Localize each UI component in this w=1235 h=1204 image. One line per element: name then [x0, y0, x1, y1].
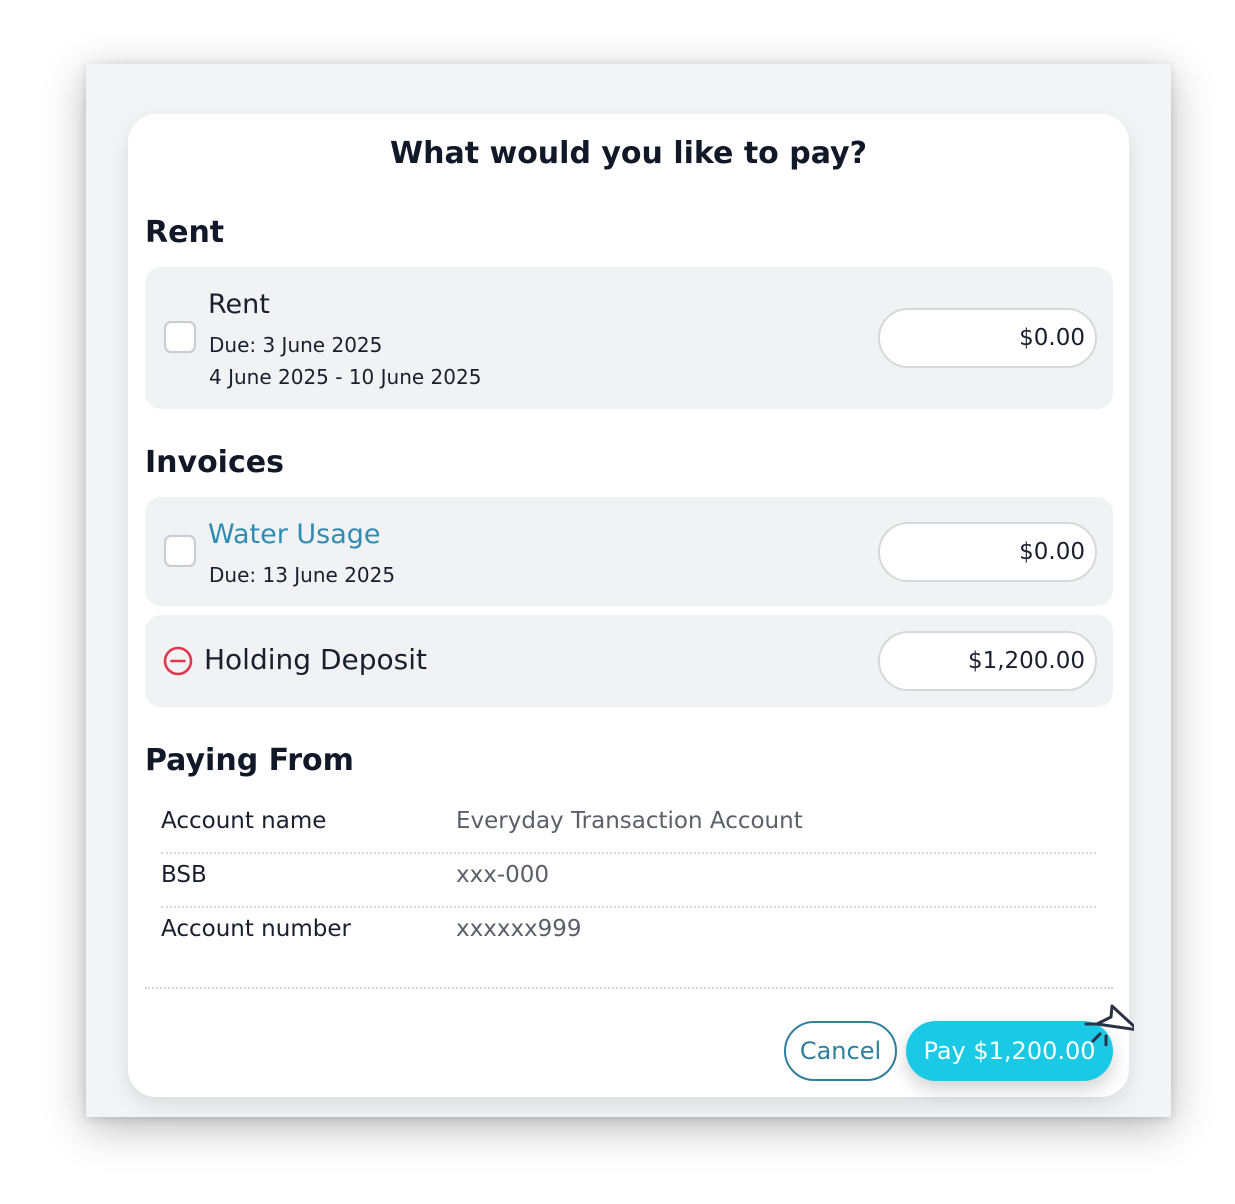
minus-circle-icon[interactable]: [162, 645, 194, 677]
water-usage-due-date: Due: 13 June 2025: [209, 563, 396, 587]
holding-deposit-amount-input[interactable]: [878, 631, 1097, 691]
paying-from-heading: Paying From: [145, 743, 354, 778]
rent-checkbox[interactable]: [164, 321, 196, 353]
pay-button[interactable]: Pay $1,200.00: [906, 1021, 1113, 1081]
rent-due-date: Due: 3 June 2025: [209, 333, 383, 357]
account-number-row: Account number xxxxxx999: [161, 908, 1096, 962]
rent-period: 4 June 2025 - 10 June 2025: [209, 365, 482, 389]
bsb-label: BSB: [161, 862, 207, 888]
water-usage-checkbox[interactable]: [164, 535, 196, 567]
account-name-row: Account name Everyday Transaction Accoun…: [161, 800, 1096, 854]
invoice-item-card: Water Usage Due: 13 June 2025: [145, 497, 1113, 606]
bsb-value: xxx-000: [456, 862, 550, 888]
water-usage-link[interactable]: Water Usage: [208, 519, 381, 550]
rent-item-card: Rent Due: 3 June 2025 4 June 2025 - 10 J…: [145, 267, 1113, 409]
rent-amount-input[interactable]: [878, 308, 1097, 368]
account-name-value: Everyday Transaction Account: [456, 808, 803, 834]
payment-dialog: What would you like to pay? Rent Rent Du…: [128, 114, 1134, 1097]
account-details: Account name Everyday Transaction Accoun…: [161, 800, 1096, 962]
invoices-section-heading: Invoices: [145, 445, 284, 480]
account-number-value: xxxxxx999: [456, 916, 582, 942]
footer-divider: [145, 987, 1113, 989]
holding-deposit-label: Holding Deposit: [204, 643, 427, 676]
water-usage-amount-input[interactable]: [878, 522, 1097, 582]
holding-deposit-card: Holding Deposit: [145, 615, 1113, 707]
account-name-label: Account name: [161, 808, 327, 834]
account-number-label: Account number: [161, 916, 351, 942]
rent-section-heading: Rent: [145, 215, 225, 250]
bsb-row: BSB xxx-000: [161, 854, 1096, 908]
dialog-title: What would you like to pay?: [390, 136, 867, 171]
rent-item-name: Rent: [208, 289, 270, 320]
cancel-button[interactable]: Cancel: [784, 1021, 897, 1081]
